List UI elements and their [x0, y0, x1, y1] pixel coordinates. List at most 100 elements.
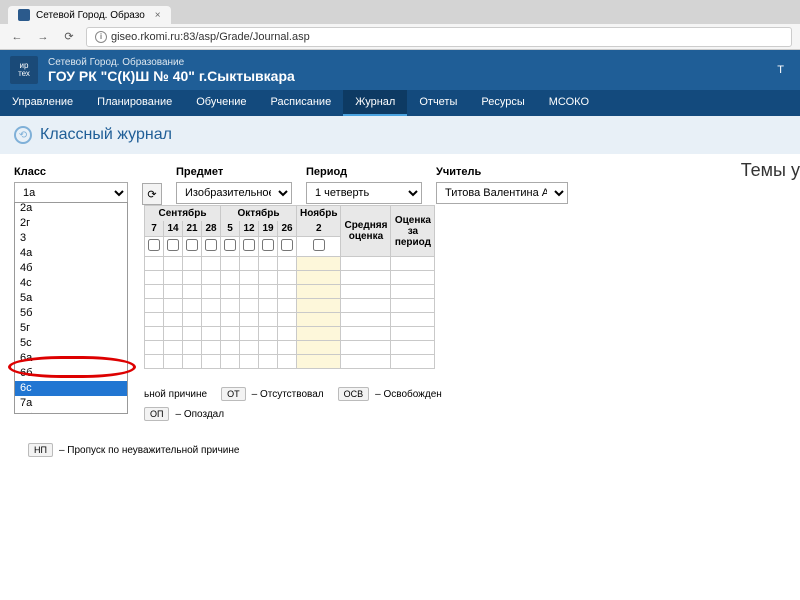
back-icon[interactable]: ⟲ [14, 126, 32, 144]
grade-cell[interactable] [221, 355, 240, 369]
period-grade-cell[interactable] [391, 257, 435, 271]
class-option[interactable]: 6с [15, 381, 127, 396]
grade-cell[interactable] [145, 313, 164, 327]
grade-cell[interactable] [183, 257, 202, 271]
class-option[interactable]: 2а [15, 202, 127, 216]
grade-cell[interactable] [278, 327, 297, 341]
grade-cell[interactable] [221, 299, 240, 313]
grade-cell[interactable] [202, 285, 221, 299]
class-option[interactable]: 7а [15, 396, 127, 411]
grade-cell[interactable] [240, 285, 259, 299]
browser-tab[interactable]: Сетевой Город. Образо × [8, 6, 171, 24]
class-option[interactable]: 6б [15, 366, 127, 381]
nav-item-0[interactable]: Управление [0, 90, 85, 116]
grade-cell[interactable] [240, 313, 259, 327]
grade-cell[interactable] [183, 341, 202, 355]
grade-cell[interactable] [221, 313, 240, 327]
class-option[interactable]: 5г [15, 321, 127, 336]
grade-cell[interactable] [240, 327, 259, 341]
grade-cell[interactable] [259, 257, 278, 271]
nav-item-1[interactable]: Планирование [85, 90, 184, 116]
grade-cell[interactable] [240, 271, 259, 285]
grade-cell[interactable] [145, 285, 164, 299]
grade-cell[interactable] [202, 313, 221, 327]
grade-cell[interactable] [164, 327, 183, 341]
grade-cell[interactable] [259, 327, 278, 341]
grade-cell[interactable] [183, 285, 202, 299]
grade-cell[interactable] [278, 355, 297, 369]
day-checkbox[interactable] [262, 239, 274, 251]
class-option[interactable]: 4б [15, 261, 127, 276]
site-info-icon[interactable]: i [95, 31, 107, 43]
grade-cell[interactable] [145, 355, 164, 369]
grade-cell[interactable] [183, 355, 202, 369]
grade-cell[interactable] [202, 355, 221, 369]
day-checkbox[interactable] [313, 239, 325, 251]
grade-cell[interactable] [145, 257, 164, 271]
day-checkbox[interactable] [281, 239, 293, 251]
class-option[interactable]: 4с [15, 276, 127, 291]
day-checkbox[interactable] [148, 239, 160, 251]
tab-close-icon[interactable]: × [155, 10, 161, 21]
class-option[interactable]: 3 [15, 231, 127, 246]
grade-cell[interactable] [183, 271, 202, 285]
grade-cell[interactable] [278, 341, 297, 355]
period-grade-cell[interactable] [391, 299, 435, 313]
day-checkbox[interactable] [186, 239, 198, 251]
grade-cell[interactable] [183, 299, 202, 313]
grade-cell[interactable] [297, 271, 341, 285]
grade-cell[interactable] [164, 285, 183, 299]
address-bar[interactable]: i giseo.rkomi.ru:83/asp/Grade/Journal.as… [86, 27, 792, 47]
grade-cell[interactable] [164, 299, 183, 313]
day-checkbox[interactable] [224, 239, 236, 251]
grade-cell[interactable] [145, 299, 164, 313]
grade-cell[interactable] [164, 341, 183, 355]
grade-cell[interactable] [297, 327, 341, 341]
grade-cell[interactable] [278, 271, 297, 285]
reload-button[interactable]: ⟳ [60, 30, 78, 43]
grade-cell[interactable] [221, 257, 240, 271]
grade-cell[interactable] [259, 299, 278, 313]
back-button[interactable]: ← [8, 31, 26, 43]
grade-cell[interactable] [240, 299, 259, 313]
grade-cell[interactable] [164, 257, 183, 271]
grade-cell[interactable] [183, 313, 202, 327]
grade-cell[interactable] [259, 285, 278, 299]
day-checkbox[interactable] [243, 239, 255, 251]
period-grade-cell[interactable] [391, 327, 435, 341]
grade-cell[interactable] [278, 313, 297, 327]
grade-cell[interactable] [297, 285, 341, 299]
grade-cell[interactable] [259, 313, 278, 327]
teacher-select[interactable]: Титова Валентина Анатолье.. [436, 182, 568, 204]
grade-cell[interactable] [297, 313, 341, 327]
grade-cell[interactable] [145, 271, 164, 285]
grade-cell[interactable] [278, 285, 297, 299]
class-select[interactable]: 1а [14, 182, 128, 204]
grade-cell[interactable] [297, 299, 341, 313]
period-grade-cell[interactable] [391, 355, 435, 369]
day-checkbox[interactable] [167, 239, 179, 251]
class-option[interactable]: 5а [15, 291, 127, 306]
class-option[interactable]: 2г [15, 216, 127, 231]
grade-cell[interactable] [259, 271, 278, 285]
class-option[interactable]: 6а [15, 351, 127, 366]
period-grade-cell[interactable] [391, 341, 435, 355]
period-grade-cell[interactable] [391, 271, 435, 285]
grade-cell[interactable] [164, 271, 183, 285]
class-option[interactable]: 5б [15, 306, 127, 321]
grade-cell[interactable] [202, 327, 221, 341]
nav-item-4[interactable]: Журнал [343, 90, 407, 116]
grade-cell[interactable] [297, 341, 341, 355]
class-option[interactable]: 5с [15, 336, 127, 351]
period-grade-cell[interactable] [391, 313, 435, 327]
class-option[interactable]: 4а [15, 246, 127, 261]
grade-cell[interactable] [221, 285, 240, 299]
day-checkbox[interactable] [205, 239, 217, 251]
grade-cell[interactable] [259, 355, 278, 369]
nav-item-5[interactable]: Отчеты [407, 90, 469, 116]
grade-cell[interactable] [145, 327, 164, 341]
nav-item-7[interactable]: МСОКО [537, 90, 601, 116]
period-grade-cell[interactable] [391, 285, 435, 299]
grade-cell[interactable] [278, 299, 297, 313]
grade-cell[interactable] [164, 313, 183, 327]
